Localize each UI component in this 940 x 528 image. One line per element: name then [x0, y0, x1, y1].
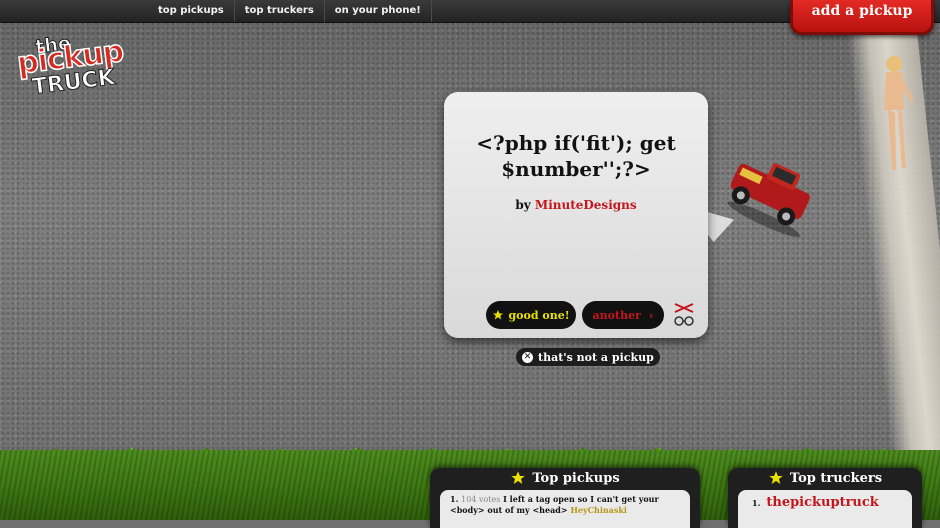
not-a-pickup-label: that's not a pickup [538, 350, 654, 364]
top-pickups-header: Top pickups [430, 470, 700, 486]
user-link[interactable]: HeyChinaski [570, 505, 627, 515]
star-icon [511, 471, 526, 484]
author-link[interactable]: MinuteDesigns [535, 198, 637, 212]
another-button[interactable]: another › [582, 301, 664, 329]
main-nav: top pickups top truckers on your phone! [148, 0, 432, 22]
figurine-image [884, 56, 914, 170]
nav-on-your-phone[interactable]: on your phone! [325, 0, 432, 22]
star-icon [493, 310, 504, 320]
good-one-label: good one! [508, 308, 570, 322]
rank: 1. [450, 494, 459, 504]
top-truckers-panel: Top truckers 1. thepickuptruck [728, 468, 922, 528]
nerd-glasses-icon[interactable] [672, 298, 696, 328]
top-truckers-header: Top truckers [728, 470, 922, 486]
list-item[interactable]: 1. 104 votes I left a tag open so I can'… [450, 494, 682, 515]
close-icon: ✕ [522, 351, 533, 363]
list-item[interactable]: 1. thepickuptruck [752, 495, 879, 510]
top-pickups-title: Top pickups [532, 470, 620, 486]
chevron-right-icon: › [648, 308, 654, 322]
top-truckers-title: Top truckers [789, 470, 883, 486]
vote-count: 104 votes [461, 495, 501, 504]
pickup-card: <?php if('fit'); get $number'';?> by Min… [444, 92, 708, 338]
pickup-line-text: <?php if('fit'); get $number'';?> [476, 131, 676, 181]
byline: by MinuteDesigns [444, 198, 708, 212]
top-pickups-panel: Top pickups 1. 104 votes I left a tag op… [430, 468, 700, 528]
star-icon [769, 471, 783, 484]
nav-top-pickups[interactable]: top pickups [148, 0, 235, 22]
another-label: another [592, 308, 641, 322]
not-a-pickup-button[interactable]: ✕ that's not a pickup [516, 348, 660, 366]
rank: 1. [752, 498, 761, 508]
nav-top-truckers[interactable]: top truckers [235, 0, 325, 22]
byline-prefix: by [515, 198, 531, 212]
trucker-name[interactable]: thepickuptruck [766, 495, 878, 510]
top-truckers-list: 1. thepickuptruck [738, 490, 912, 528]
good-one-button[interactable]: good one! [486, 301, 576, 329]
add-pickup-button[interactable]: add a pickup [790, 0, 934, 35]
top-pickups-list: 1. 104 votes I left a tag open so I can'… [440, 490, 690, 528]
